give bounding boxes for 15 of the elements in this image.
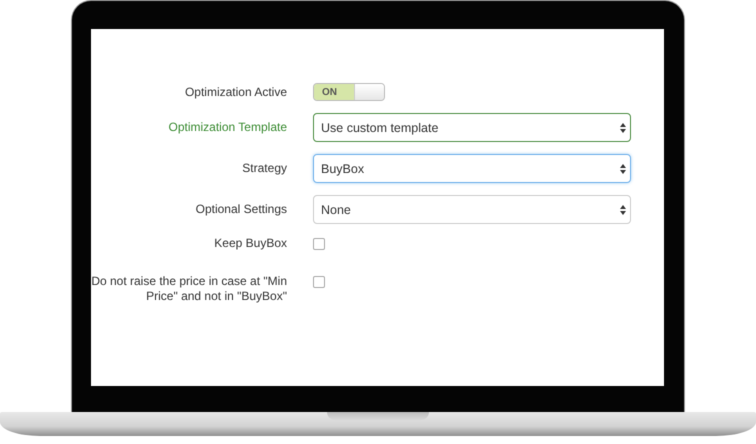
sort-arrows-icon — [620, 204, 626, 214]
checkbox[interactable] — [313, 238, 325, 250]
field-label: Strategy — [241, 161, 287, 176]
sort-arrows-icon — [620, 122, 626, 132]
field-label: Optional Settings — [194, 202, 287, 217]
field-label: Keep BuyBox — [213, 236, 287, 251]
select-field[interactable]: Use custom template — [313, 113, 631, 142]
checkbox[interactable] — [313, 276, 325, 288]
field-label: Optimization Template — [168, 120, 287, 135]
select-field[interactable]: None — [313, 195, 631, 224]
field-label: Optimization Active — [184, 84, 287, 100]
field-label: Do not raise the price in case at "Min Price" and not in "BuyBox" — [91, 274, 287, 304]
select-field[interactable]: BuyBox — [313, 154, 631, 183]
sort-arrows-icon — [620, 164, 626, 174]
toggle-switch[interactable]: ON — [313, 83, 385, 101]
